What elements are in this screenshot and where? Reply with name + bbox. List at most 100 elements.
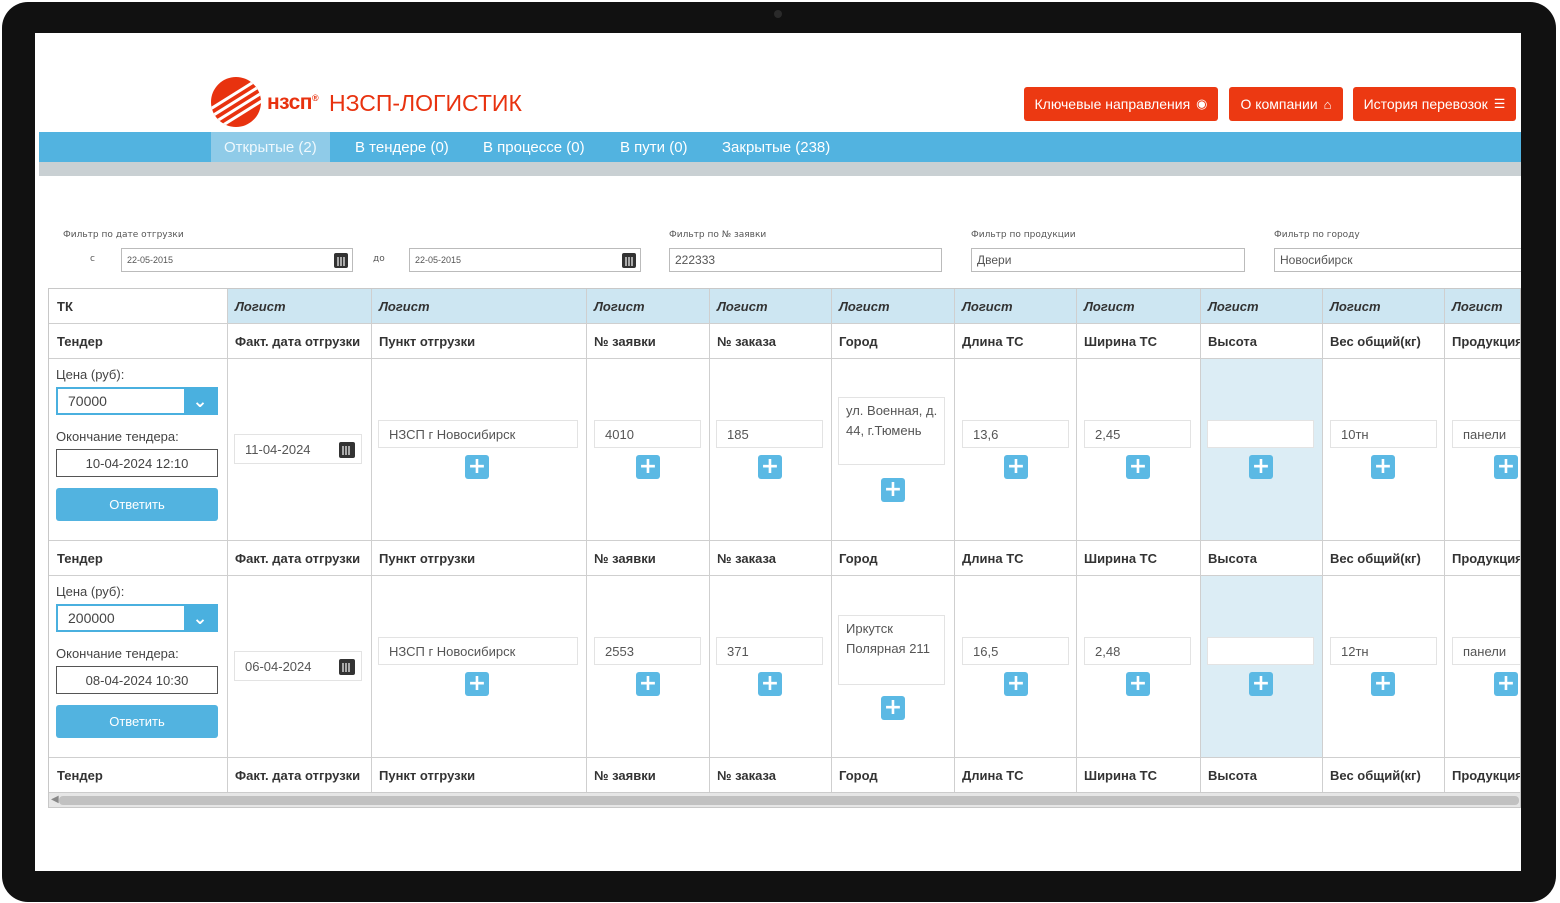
tk-header: ТК <box>49 289 227 323</box>
add-icon[interactable]: + <box>758 455 782 479</box>
col-product: Продукция <box>1452 550 1521 566</box>
product-filter-input[interactable]: Двери <box>971 248 1245 272</box>
date-from-input[interactable]: 22-05-2015 <box>121 248 353 272</box>
logist-header: Логист <box>1444 289 1520 323</box>
chevron-down-icon[interactable]: ⌄ <box>184 606 216 630</box>
tender-end-field[interactable]: 10-04-2024 12:10 <box>56 449 218 477</box>
product-field[interactable]: панели <box>1452 637 1520 665</box>
city-field[interactable]: Иркутск Полярная 211 <box>838 615 945 685</box>
order-filter-input[interactable]: 222333 <box>669 248 942 272</box>
col-tender: Тендер <box>57 333 103 349</box>
request-no-field[interactable]: 2553 <box>594 637 701 665</box>
weight-field[interactable]: 10тн <box>1330 420 1437 448</box>
col-city: Город <box>839 550 878 566</box>
calendar-icon[interactable] <box>334 253 348 268</box>
add-icon[interactable]: + <box>1249 455 1273 479</box>
width-field[interactable]: 2,48 <box>1084 637 1191 665</box>
height-field[interactable] <box>1207 637 1314 665</box>
calendar-icon[interactable] <box>339 659 355 675</box>
order-no-field[interactable]: 371 <box>716 637 823 665</box>
transport-history-button[interactable]: История перевозок ☰ <box>1353 87 1516 121</box>
tab-in-transit[interactable]: В пути (0) <box>607 132 701 162</box>
length-field[interactable]: 13,6 <box>962 420 1069 448</box>
scrollbar-thumb[interactable] <box>59 796 1519 805</box>
col-product: Продукция <box>1452 767 1521 783</box>
from-label: с <box>90 254 95 264</box>
product-field[interactable]: панели <box>1452 420 1520 448</box>
col-request-no: № заявки <box>594 550 656 566</box>
ship-point-field[interactable]: НЗСП г Новосибирск <box>378 637 578 665</box>
add-icon[interactable]: + <box>758 672 782 696</box>
add-icon[interactable]: + <box>1249 672 1273 696</box>
price-select[interactable]: 200000 ⌄ <box>56 604 218 632</box>
add-icon[interactable]: + <box>881 696 905 720</box>
length-field[interactable]: 16,5 <box>962 637 1069 665</box>
add-icon[interactable]: + <box>1371 455 1395 479</box>
col-order-no: № заказа <box>717 333 777 349</box>
col-order-no: № заказа <box>717 550 777 566</box>
tab-open[interactable]: Открытые (2) <box>211 132 330 162</box>
order-no-field[interactable]: 185 <box>716 420 823 448</box>
price-select[interactable]: 70000 ⌄ <box>56 387 218 415</box>
add-icon[interactable]: + <box>1126 455 1150 479</box>
col-ship-date: Факт. дата отгрузки <box>235 550 361 566</box>
logist-header: Логист <box>709 289 831 323</box>
add-icon[interactable]: + <box>465 672 489 696</box>
answer-button[interactable]: Ответить <box>56 488 218 521</box>
add-icon[interactable]: + <box>1004 455 1028 479</box>
city-field[interactable]: ул. Военная, д. 44, г.Тюмень <box>838 397 945 465</box>
city-filter-input[interactable]: Новосибирск <box>1274 248 1521 272</box>
col-city: Город <box>839 333 878 349</box>
add-icon[interactable]: + <box>1371 672 1395 696</box>
add-icon[interactable]: + <box>1494 672 1518 696</box>
col-height: Высота <box>1208 333 1257 349</box>
add-icon[interactable]: + <box>1494 455 1518 479</box>
logist-header: Логист <box>371 289 586 323</box>
col-product: Продукция <box>1452 333 1521 349</box>
add-icon[interactable]: + <box>1126 672 1150 696</box>
tab-in-tender[interactable]: В тендере (0) <box>342 132 462 162</box>
tab-closed[interactable]: Закрытые (238) <box>709 132 843 162</box>
col-request-no: № заявки <box>594 767 656 783</box>
col-weight: Вес общий(кг) <box>1330 767 1421 783</box>
height-field[interactable] <box>1207 420 1314 448</box>
logist-header: Логист <box>1076 289 1200 323</box>
tender-end-label: Окончание тендера: <box>56 646 179 661</box>
logist-header: Логист <box>831 289 954 323</box>
col-ship-date: Факт. дата отгрузки <box>235 333 361 349</box>
add-icon[interactable]: + <box>1004 672 1028 696</box>
tender-table: ТК Логист Логист Логист Логист Логист Ло… <box>48 288 1521 808</box>
ship-date-field[interactable]: 11-04-2024 <box>234 434 362 464</box>
answer-button[interactable]: Ответить <box>56 705 218 738</box>
globe-icon: ◉ <box>1196 96 1208 111</box>
add-icon[interactable]: + <box>636 455 660 479</box>
col-length: Длина ТС <box>962 767 1024 783</box>
col-tender: Тендер <box>57 550 103 566</box>
add-icon[interactable]: + <box>465 455 489 479</box>
tender-end-field[interactable]: 08-04-2024 10:30 <box>56 666 218 694</box>
tab-in-process[interactable]: В процессе (0) <box>470 132 598 162</box>
width-field[interactable]: 2,45 <box>1084 420 1191 448</box>
calendar-icon[interactable] <box>339 442 355 458</box>
horizontal-scrollbar[interactable]: ◀ <box>49 792 1520 807</box>
add-icon[interactable]: + <box>881 478 905 502</box>
date-to-input[interactable]: 22-05-2015 <box>409 248 641 272</box>
col-request-no: № заявки <box>594 333 656 349</box>
calendar-icon[interactable] <box>622 253 636 268</box>
chevron-down-icon[interactable]: ⌄ <box>184 389 216 413</box>
price-label: Цена (руб): <box>56 367 125 382</box>
col-length: Длина ТС <box>962 550 1024 566</box>
ship-date-field[interactable]: 06-04-2024 <box>234 651 362 681</box>
key-directions-button[interactable]: Ключевые направления ◉ <box>1024 87 1218 121</box>
weight-field[interactable]: 12тн <box>1330 637 1437 665</box>
to-label: до <box>373 254 385 264</box>
request-no-field[interactable]: 4010 <box>594 420 701 448</box>
col-weight: Вес общий(кг) <box>1330 333 1421 349</box>
logist-header: Логист <box>954 289 1076 323</box>
about-company-button[interactable]: О компании ⌂ <box>1229 87 1343 121</box>
scroll-left-icon[interactable]: ◀ <box>51 794 59 805</box>
col-width: Ширина ТС <box>1084 550 1158 566</box>
add-icon[interactable]: + <box>636 672 660 696</box>
tender-end-label: Окончание тендера: <box>56 429 179 444</box>
ship-point-field[interactable]: НЗСП г Новосибирск <box>378 420 578 448</box>
